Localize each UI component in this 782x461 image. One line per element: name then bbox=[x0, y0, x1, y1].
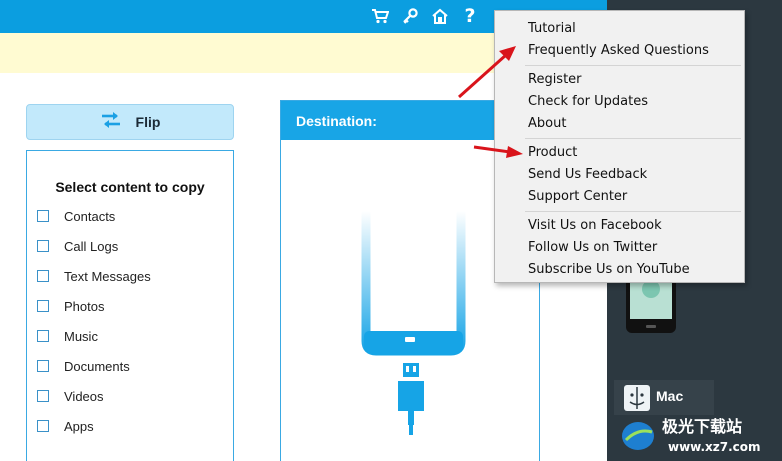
menu-item-check-updates[interactable]: Check for Updates bbox=[528, 94, 648, 110]
checkbox-documents[interactable]: Documents bbox=[37, 357, 130, 375]
key-icon[interactable] bbox=[399, 5, 421, 27]
checkbox-text-messages[interactable]: Text Messages bbox=[37, 267, 151, 285]
checkbox-box[interactable] bbox=[37, 330, 49, 342]
checkbox-music[interactable]: Music bbox=[37, 327, 98, 345]
menu-item-product[interactable]: Product bbox=[528, 145, 577, 161]
help-dropdown-menu: Tutorial Frequently Asked Questions Regi… bbox=[494, 10, 745, 283]
checkbox-call-logs[interactable]: Call Logs bbox=[37, 237, 118, 255]
checkbox-box[interactable] bbox=[37, 420, 49, 432]
notice-bar bbox=[0, 33, 500, 73]
menu-separator bbox=[525, 211, 741, 212]
checkbox-contacts[interactable]: Contacts bbox=[37, 207, 115, 225]
checkbox-label: Videos bbox=[64, 388, 104, 404]
flip-button[interactable]: Flip bbox=[26, 104, 234, 140]
watermark-text-cn: 极光下载站 bbox=[662, 417, 742, 436]
menu-item-tutorial[interactable]: Tutorial bbox=[528, 21, 576, 37]
menu-separator bbox=[525, 138, 741, 139]
checkbox-label: Photos bbox=[64, 298, 105, 314]
checkbox-box[interactable] bbox=[37, 210, 49, 222]
checkbox-box[interactable] bbox=[37, 300, 49, 312]
watermark-logo: 极光下载站 www.xz7.com bbox=[622, 417, 761, 454]
checkbox-label: Music bbox=[64, 328, 98, 344]
menu-item-register[interactable]: Register bbox=[528, 72, 582, 88]
menu-item-faq[interactable]: Frequently Asked Questions bbox=[528, 43, 709, 59]
swap-arrows-icon bbox=[100, 111, 122, 134]
content-selection-panel: Select content to copy Contacts Call Log… bbox=[26, 150, 234, 461]
menu-item-youtube[interactable]: Subscribe Us on YouTube bbox=[528, 262, 690, 278]
checkbox-box[interactable] bbox=[37, 390, 49, 402]
checkbox-videos[interactable]: Videos bbox=[37, 387, 104, 405]
help-icon[interactable]: ? bbox=[459, 5, 481, 27]
menu-item-feedback[interactable]: Send Us Feedback bbox=[528, 167, 647, 183]
menu-item-support-center[interactable]: Support Center bbox=[528, 189, 627, 205]
checkbox-apps[interactable]: Apps bbox=[37, 417, 94, 435]
checkbox-label: Contacts bbox=[64, 208, 116, 224]
checkbox-box[interactable] bbox=[37, 240, 49, 252]
menu-separator bbox=[525, 65, 741, 66]
menu-item-facebook[interactable]: Visit Us on Facebook bbox=[528, 218, 662, 234]
home-icon[interactable] bbox=[429, 5, 451, 27]
menu-item-twitter[interactable]: Follow Us on Twitter bbox=[528, 240, 657, 256]
phone-music-icon bbox=[626, 275, 676, 333]
checkbox-label: Text Messages bbox=[64, 268, 151, 284]
checkbox-box[interactable] bbox=[37, 360, 49, 372]
content-panel-title: Select content to copy bbox=[55, 179, 205, 195]
mac-label: Mac bbox=[656, 388, 684, 404]
flip-label: Flip bbox=[135, 114, 161, 130]
cart-icon[interactable] bbox=[369, 5, 391, 27]
checkbox-label: Apps bbox=[64, 418, 94, 434]
checkbox-label: Documents bbox=[64, 358, 130, 374]
checkbox-label: Call Logs bbox=[64, 238, 119, 254]
checkbox-box[interactable] bbox=[37, 270, 49, 282]
checkbox-photos[interactable]: Photos bbox=[37, 297, 104, 315]
watermark-url: www.xz7.com bbox=[668, 440, 761, 454]
menu-item-about[interactable]: About bbox=[528, 116, 566, 132]
